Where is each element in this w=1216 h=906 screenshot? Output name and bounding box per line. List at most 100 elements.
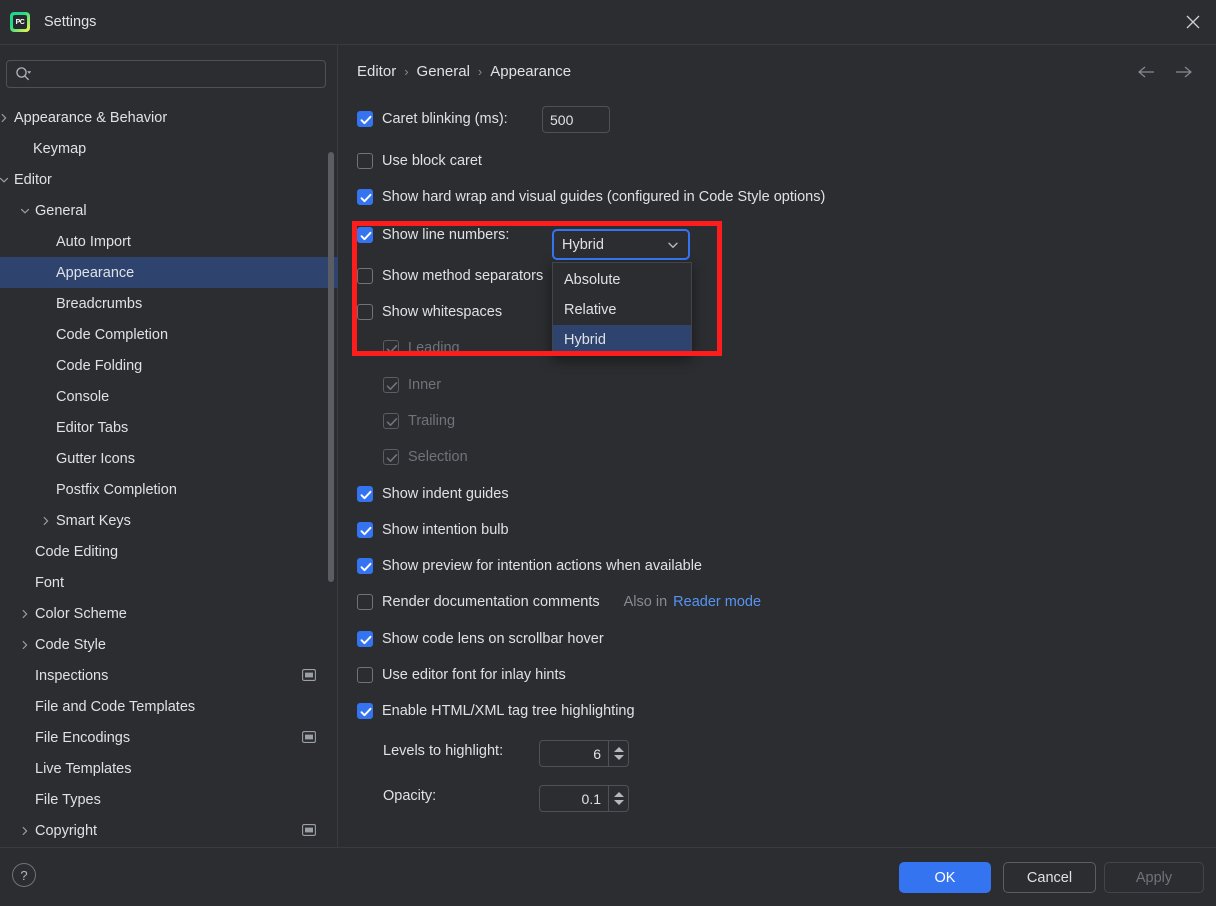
option-show-hard-wrap[interactable]: Show hard wrap and visual guides (config… xyxy=(357,189,825,205)
use-block-caret-checkbox[interactable] xyxy=(357,153,373,169)
show-whitespaces-checkbox[interactable] xyxy=(357,304,373,320)
show-line-numbers-checkbox[interactable] xyxy=(357,227,373,243)
levels-to-highlight-input[interactable] xyxy=(540,741,608,766)
sidebar-scrollbar[interactable] xyxy=(328,152,334,582)
sidebar-item-label: Font xyxy=(35,574,65,591)
dropdown-option-relative[interactable]: Relative xyxy=(553,295,691,325)
option-use-block-caret[interactable]: Use block caret xyxy=(357,153,482,169)
dropdown-option-absolute[interactable]: Absolute xyxy=(553,265,691,295)
chevron-right-icon[interactable] xyxy=(17,637,33,653)
sidebar-item-code-editing[interactable]: Code Editing xyxy=(0,536,338,567)
chevron-down-icon[interactable] xyxy=(17,203,33,219)
caret-blinking-input[interactable] xyxy=(542,106,610,133)
sidebar-item-color-scheme[interactable]: Color Scheme xyxy=(0,598,338,629)
opacity-stepper[interactable] xyxy=(539,785,629,812)
option-show-method-separators[interactable]: Show method separators xyxy=(357,268,543,284)
breadcrumb-item-appearance[interactable]: Appearance xyxy=(490,63,571,80)
breadcrumb-item-editor[interactable]: Editor xyxy=(357,63,396,80)
chevron-right-icon[interactable] xyxy=(17,823,33,839)
enable-tag-tree-checkbox[interactable] xyxy=(357,703,373,719)
help-button[interactable]: ? xyxy=(12,863,36,887)
arrow-left-icon[interactable] xyxy=(1136,65,1156,84)
sidebar-item-breadcrumbs[interactable]: Breadcrumbs xyxy=(0,288,338,319)
option-caret-blinking[interactable]: Caret blinking (ms): xyxy=(357,111,508,127)
levels-to-highlight-stepper[interactable] xyxy=(539,740,629,767)
option-whitespace-inner: Inner xyxy=(383,377,441,393)
sidebar-item-console[interactable]: Console xyxy=(0,381,338,412)
show-hard-wrap-checkbox[interactable] xyxy=(357,189,373,205)
sidebar-item-font[interactable]: Font xyxy=(0,567,338,598)
stepper-up-icon[interactable] xyxy=(613,792,624,797)
sidebar-item-postfix-completion[interactable]: Postfix Completion xyxy=(0,474,338,505)
sidebar-item-gutter-icons[interactable]: Gutter Icons xyxy=(0,443,338,474)
sidebar-item-auto-import[interactable]: Auto Import xyxy=(0,226,338,257)
show-method-separators-checkbox[interactable] xyxy=(357,268,373,284)
show-code-lens-checkbox[interactable] xyxy=(357,631,373,647)
option-show-line-numbers[interactable]: Show line numbers: xyxy=(357,227,509,243)
sidebar-item-appearance[interactable]: Appearance xyxy=(0,257,338,288)
whitespace-selection-label: Selection xyxy=(408,449,468,465)
stepper-down-icon[interactable] xyxy=(613,800,624,805)
settings-tree[interactable]: Appearance & Behavior Keymap Editor General… xyxy=(0,102,338,847)
sidebar-item-file-encodings[interactable]: File Encodings xyxy=(0,722,338,753)
sidebar-item-keymap[interactable]: Keymap xyxy=(0,133,338,164)
sidebar-item-code-completion[interactable]: Code Completion xyxy=(0,319,338,350)
window-title: Settings xyxy=(44,14,97,30)
sidebar-item-label: Code Editing xyxy=(35,543,119,560)
opacity-input[interactable] xyxy=(540,786,608,811)
chevron-down-icon[interactable] xyxy=(0,172,12,188)
search-field[interactable] xyxy=(6,60,326,88)
option-show-indent-guides[interactable]: Show indent guides xyxy=(357,486,509,502)
sidebar-item-live-templates[interactable]: Live Templates xyxy=(0,753,338,784)
stepper-up-icon[interactable] xyxy=(613,747,624,752)
show-line-numbers-combobox[interactable]: Hybrid xyxy=(552,229,690,260)
caret-blinking-checkbox[interactable] xyxy=(357,111,373,127)
ok-button[interactable]: OK xyxy=(899,862,991,893)
sidebar-item-file-types[interactable]: File Types xyxy=(0,784,338,815)
use-editor-font-inlay-checkbox[interactable] xyxy=(357,667,373,683)
sidebar-item-editor-tabs[interactable]: Editor Tabs xyxy=(0,412,338,443)
arrow-right-icon[interactable] xyxy=(1174,65,1194,84)
levels-to-highlight-label-row: Levels to highlight: xyxy=(383,743,503,759)
sidebar-item-inspections[interactable]: Inspections xyxy=(0,660,338,691)
sidebar-item-editor[interactable]: Editor xyxy=(0,164,338,195)
search-input[interactable] xyxy=(31,61,325,87)
option-show-code-lens[interactable]: Show code lens on scrollbar hover xyxy=(357,631,604,647)
sidebar-item-general[interactable]: General xyxy=(0,195,338,226)
option-use-editor-font-inlay[interactable]: Use editor font for inlay hints xyxy=(357,667,566,683)
breadcrumb-item-general[interactable]: General xyxy=(417,63,470,80)
option-whitespace-selection: Selection xyxy=(383,449,468,465)
dropdown-option-hybrid[interactable]: Hybrid xyxy=(553,325,691,355)
chevron-right-icon[interactable] xyxy=(17,606,33,622)
show-line-numbers-label: Show line numbers: xyxy=(382,227,510,243)
close-icon[interactable] xyxy=(1170,0,1216,44)
option-show-preview-intention[interactable]: Show preview for intention actions when … xyxy=(357,558,702,574)
line-numbers-dropdown-menu[interactable]: Absolute Relative Hybrid xyxy=(552,262,692,356)
sidebar-item-smart-keys[interactable]: Smart Keys xyxy=(0,505,338,536)
option-enable-tag-tree[interactable]: Enable HTML/XML tag tree highlighting xyxy=(357,703,635,719)
whitespace-inner-checkbox xyxy=(383,377,399,393)
opacity-stepper-buttons[interactable] xyxy=(608,786,628,811)
project-scope-badge-icon xyxy=(302,730,316,745)
show-indent-guides-checkbox[interactable] xyxy=(357,486,373,502)
whitespace-inner-label: Inner xyxy=(408,377,442,393)
option-render-doc-comments[interactable]: Render documentation comments Also in Re… xyxy=(357,594,761,610)
sidebar-item-code-folding[interactable]: Code Folding xyxy=(0,350,338,381)
option-show-intention-bulb[interactable]: Show intention bulb xyxy=(357,522,509,538)
sidebar-item-file-and-code-templates[interactable]: File and Code Templates xyxy=(0,691,338,722)
stepper-down-icon[interactable] xyxy=(613,755,624,760)
chevron-right-icon[interactable] xyxy=(38,513,54,529)
option-whitespace-leading: Leading xyxy=(383,340,460,356)
sidebar-item-copyright[interactable]: Copyright xyxy=(0,815,338,846)
option-show-whitespaces[interactable]: Show whitespaces xyxy=(357,304,502,320)
sidebar-item-code-style[interactable]: Code Style xyxy=(0,629,338,660)
render-doc-comments-checkbox[interactable] xyxy=(357,594,373,610)
levels-stepper-buttons[interactable] xyxy=(608,741,628,766)
cancel-button[interactable]: Cancel xyxy=(1003,862,1096,893)
sidebar-item-appearance-behavior[interactable]: Appearance & Behavior xyxy=(0,102,338,133)
show-intention-bulb-checkbox[interactable] xyxy=(357,522,373,538)
chevron-right-icon[interactable] xyxy=(0,110,12,126)
reader-mode-link[interactable]: Reader mode xyxy=(673,594,761,610)
sidebar-item-label: Appearance xyxy=(56,264,135,281)
show-preview-intention-checkbox[interactable] xyxy=(357,558,373,574)
